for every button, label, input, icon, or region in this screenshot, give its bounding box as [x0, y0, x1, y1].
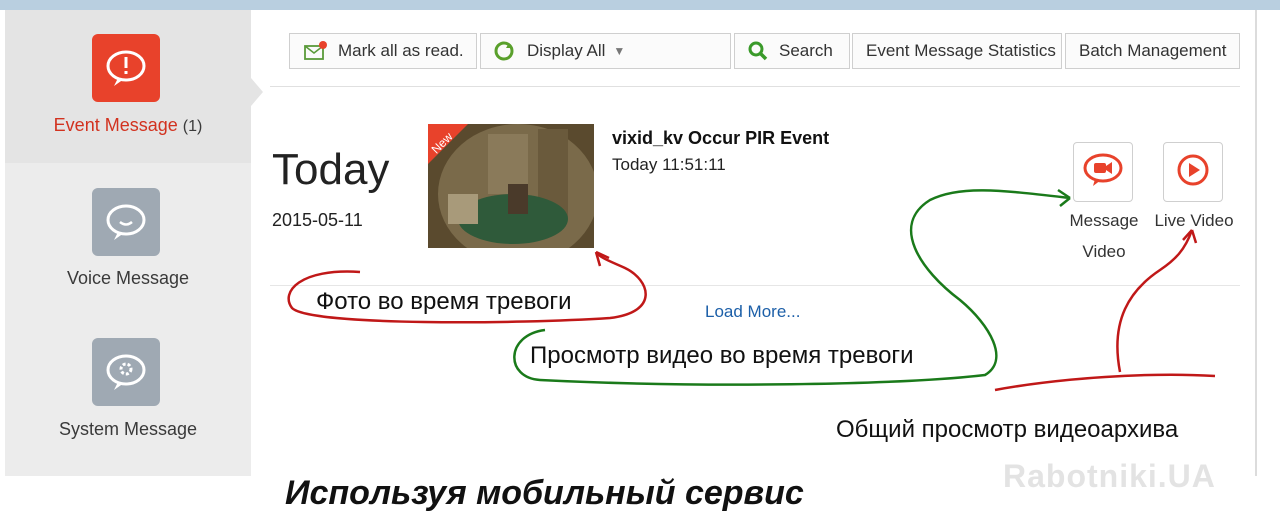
- annotation-video: Просмотр видео во время тревоги: [530, 342, 914, 369]
- annotation-photo: Фото во время тревоги: [316, 288, 572, 315]
- bottom-caption: Используя мобильный сервис: [285, 474, 804, 512]
- annotation-strokes: [287, 188, 1216, 392]
- watermark-text: Rabotniki.UA: [1003, 458, 1216, 494]
- annotation-archive: Общий просмотр видеоархива: [836, 416, 1179, 443]
